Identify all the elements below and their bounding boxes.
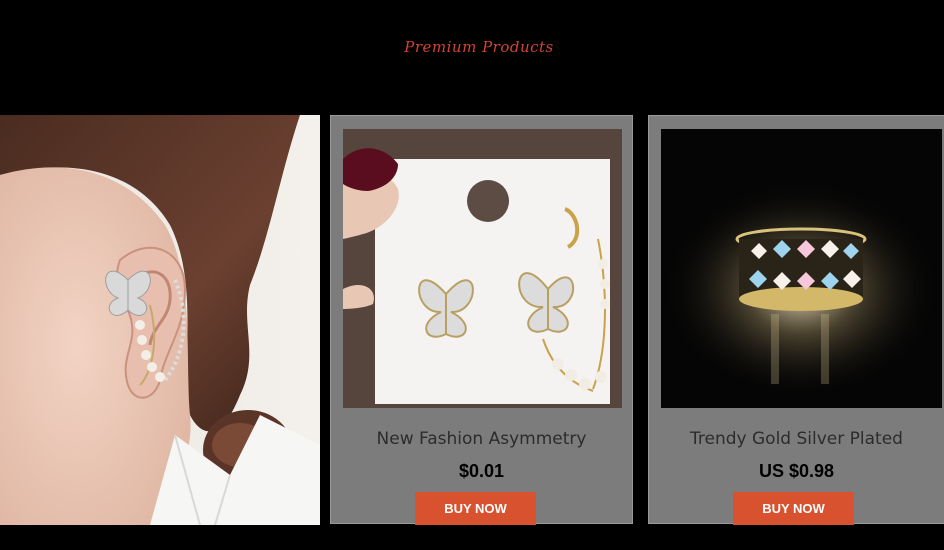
product-name[interactable]: New Fashion Asymmetry [331, 429, 632, 449]
buy-now-button[interactable]: BUY NOW [415, 492, 536, 525]
product-name[interactable]: Trendy Gold Silver Plated [649, 429, 944, 449]
butterfly-earring-card-image [343, 129, 622, 408]
product-image[interactable] [343, 129, 622, 408]
product-card[interactable]: New Fashion Asymmetry $0.01 BUY NOW [330, 115, 633, 525]
hero-image[interactable] [0, 115, 320, 525]
butterfly-ring-image [661, 129, 942, 408]
page-title: Premium Products [404, 38, 554, 56]
buy-now-button[interactable]: BUY NOW [733, 492, 854, 525]
model-ear-butterfly-earring-image [0, 115, 320, 525]
product-price: $0.01 [458, 461, 505, 481]
product-card[interactable]: Trendy Gold Silver Plated US $0.98 BUY N… [648, 115, 944, 525]
product-image[interactable] [661, 129, 942, 408]
product-price: US $0.98 [758, 461, 835, 481]
